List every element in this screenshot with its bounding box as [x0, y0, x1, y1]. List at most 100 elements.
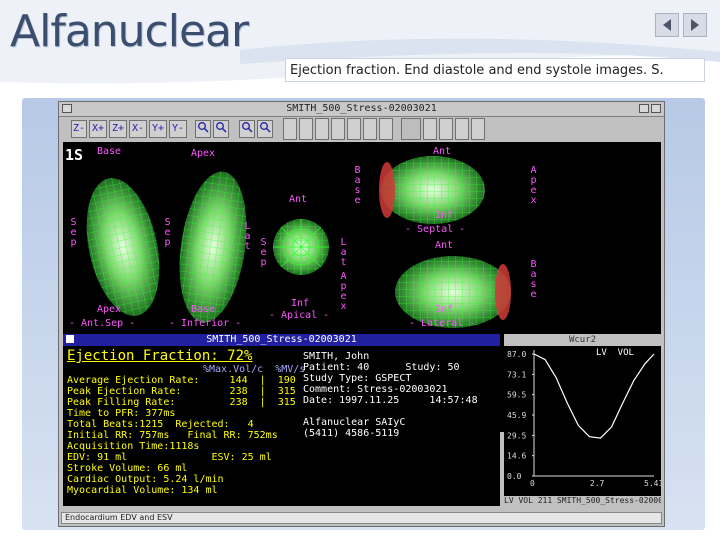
report-close-icon[interactable] [66, 335, 74, 343]
patient-study: Patient: 40 Study: 50 [303, 362, 460, 373]
view-title-apical: - Apical - [269, 310, 330, 321]
axis-lat-1: L a t [244, 221, 251, 252]
row-cardiac-output: Cardiac Output: 5.24 l/min [67, 474, 224, 485]
ejection-fraction: Ejection Fraction: 72% [67, 348, 253, 364]
y-tick-label: 73.1 [507, 370, 526, 379]
y-tick-label: 14.6 [507, 452, 526, 461]
tool-slot-9[interactable] [439, 118, 453, 140]
zoom-in-button-2[interactable] [239, 120, 255, 138]
axis-base-2: B a s e [530, 259, 537, 300]
label-inf-mid: Inf [435, 210, 454, 221]
label-apex-top: Apex [191, 148, 216, 159]
status-bar: Endocardium EDV and ESV [61, 512, 662, 524]
vendor-name: Alfanuclear SAIyC [303, 417, 406, 428]
tool-slot-7[interactable] [379, 118, 393, 140]
zoom-in-icon [242, 122, 253, 133]
view-apical [273, 219, 329, 275]
zoom-out-icon [216, 122, 227, 133]
tool-slot-10[interactable] [455, 118, 469, 140]
x-tick-label: 0 [530, 479, 535, 488]
y-tick-label: 0.0 [507, 472, 522, 481]
window-minimize-button[interactable] [639, 104, 649, 113]
report-header: SMITH_500_Stress-02003021 [63, 334, 500, 346]
tool-slot-2[interactable] [299, 118, 313, 140]
patient-name: SMITH, John [303, 351, 370, 362]
window-maximize-button[interactable] [651, 104, 661, 113]
label-base-bottom: Base [191, 304, 216, 315]
tool-slot-11[interactable] [471, 118, 485, 140]
y-tick-label: 59.5 [507, 391, 526, 400]
x-tick-label: 5.41 [644, 479, 661, 488]
prev-slide-button[interactable] [655, 13, 679, 37]
toolbar: Z- X+ Z+ X- Y+ Y- [61, 118, 662, 140]
tool-slot-1[interactable] [283, 118, 297, 140]
ef-report-panel: SMITH_500_Stress-02003021 Ejection Fract… [63, 334, 500, 506]
lv-volume-line [533, 353, 655, 439]
zoom-in-icon [198, 122, 209, 133]
window-menu-button[interactable] [62, 104, 72, 113]
tool-slot-3[interactable] [315, 118, 329, 140]
view-title-septal: - Septal - [405, 224, 466, 235]
y-tick-label: 87.0 [507, 350, 526, 359]
alfanuclear-logo: Alfanuclear [10, 6, 249, 57]
rotate-y-minus-button[interactable]: Y- [169, 120, 187, 138]
row-time-to-pfr: Time to PFR: 377ms [67, 408, 176, 419]
rotate-z-plus-button[interactable]: Z+ [109, 120, 127, 138]
row-acquisition: Acquisition Time:1118s [67, 441, 200, 452]
row-edv-esv: EDV: 91 ml ESV: 25 ml [67, 452, 272, 463]
tool-slot-8[interactable] [423, 118, 437, 140]
graph-title: Wcur2 [504, 334, 661, 346]
zoom-in-button[interactable] [195, 120, 211, 138]
study-comment: Comment: Stress-02003021 [303, 384, 448, 395]
slide-nav [655, 13, 707, 37]
zoom-out-icon [260, 122, 271, 133]
column-headers: %Max.Vol/c %MV/s [203, 364, 306, 375]
tool-slot-4[interactable] [331, 118, 345, 140]
volume-curve-chart: 87.0 73.1 59.5 45.9 29.5 14.6 0.0 0 2.7 5.41 [507, 350, 661, 488]
row-total-beats: Total Beats:1215 Rejected: 4 [67, 419, 254, 430]
axis-base-1: B a s e [354, 165, 361, 206]
view-septal [379, 156, 485, 224]
next-slide-button[interactable] [683, 13, 707, 37]
label-inf-top: Inf [291, 298, 310, 309]
row-average-ejection: Average Ejection Rate: 144 | 190 [67, 375, 296, 386]
tool-slot-5[interactable] [347, 118, 361, 140]
study-date: Date: 1997.11.25 14:57:48 [303, 395, 478, 406]
label-ant-top: Ant [289, 194, 308, 205]
zoom-out-button[interactable] [213, 120, 229, 138]
view-title-ant-sep: - Ant.Sep - [69, 318, 136, 329]
axis-apex-1: A p e x [530, 165, 537, 206]
triangle-left-icon [663, 19, 671, 31]
view-ant-sep [86, 178, 160, 316]
label-ant-mid: Ant [433, 146, 452, 157]
row-peak-filling: Peak Filling Rate: 238 | 315 [67, 397, 296, 408]
label-ant-right: Ant [435, 240, 454, 251]
study-type: Study Type: GSPECT [303, 373, 412, 384]
axis-sep-1: S e p [70, 217, 77, 248]
axis-lat-2: L a t [340, 237, 347, 268]
gated-spect-window: SMITH_500_Stress-02003021 Z- X+ Z+ X- Y+… [58, 101, 665, 527]
tool-slot-6[interactable] [363, 118, 377, 140]
tool-slot-selected[interactable] [401, 118, 421, 140]
label-inf-right: Inf [435, 304, 454, 315]
rotate-x-minus-button[interactable]: X- [129, 120, 147, 138]
window-title: SMITH_500_Stress-02003021 [59, 102, 664, 117]
slide-title: Ejection fraction. End diastole and end … [285, 58, 705, 82]
rotate-y-plus-button[interactable]: Y+ [149, 120, 167, 138]
graph-footer: LV VOL 211 SMITH_500_Stress-02000 [504, 496, 661, 506]
row-peak-ejection: Peak Ejection Rate: 238 | 315 [67, 386, 296, 397]
triangle-right-icon [691, 19, 699, 31]
vendor-phone: (5411) 4586-5119 [303, 428, 400, 439]
y-tick-label: 29.5 [507, 431, 526, 440]
x-tick-label: 2.7 [590, 479, 605, 488]
axis-apex-2: A p e x [340, 271, 347, 312]
axis-sep-3: S e p [260, 237, 267, 268]
row-myocardial-volume: Myocardial Volume: 134 ml [67, 485, 218, 496]
rotate-x-plus-button[interactable]: X+ [89, 120, 107, 138]
volume-curve-panel: Wcur2 LV VOL 87.0 73.1 59.5 45.9 29.5 14.6 0.0… [504, 334, 661, 506]
axis-sep-2: S e p [164, 217, 171, 248]
view-title-inferior: - Inferior - [169, 318, 242, 329]
report-title: SMITH_500_Stress-02003021 [206, 334, 357, 345]
rotate-z-minus-button[interactable]: Z- [71, 120, 87, 138]
zoom-out-button-2[interactable] [257, 120, 273, 138]
